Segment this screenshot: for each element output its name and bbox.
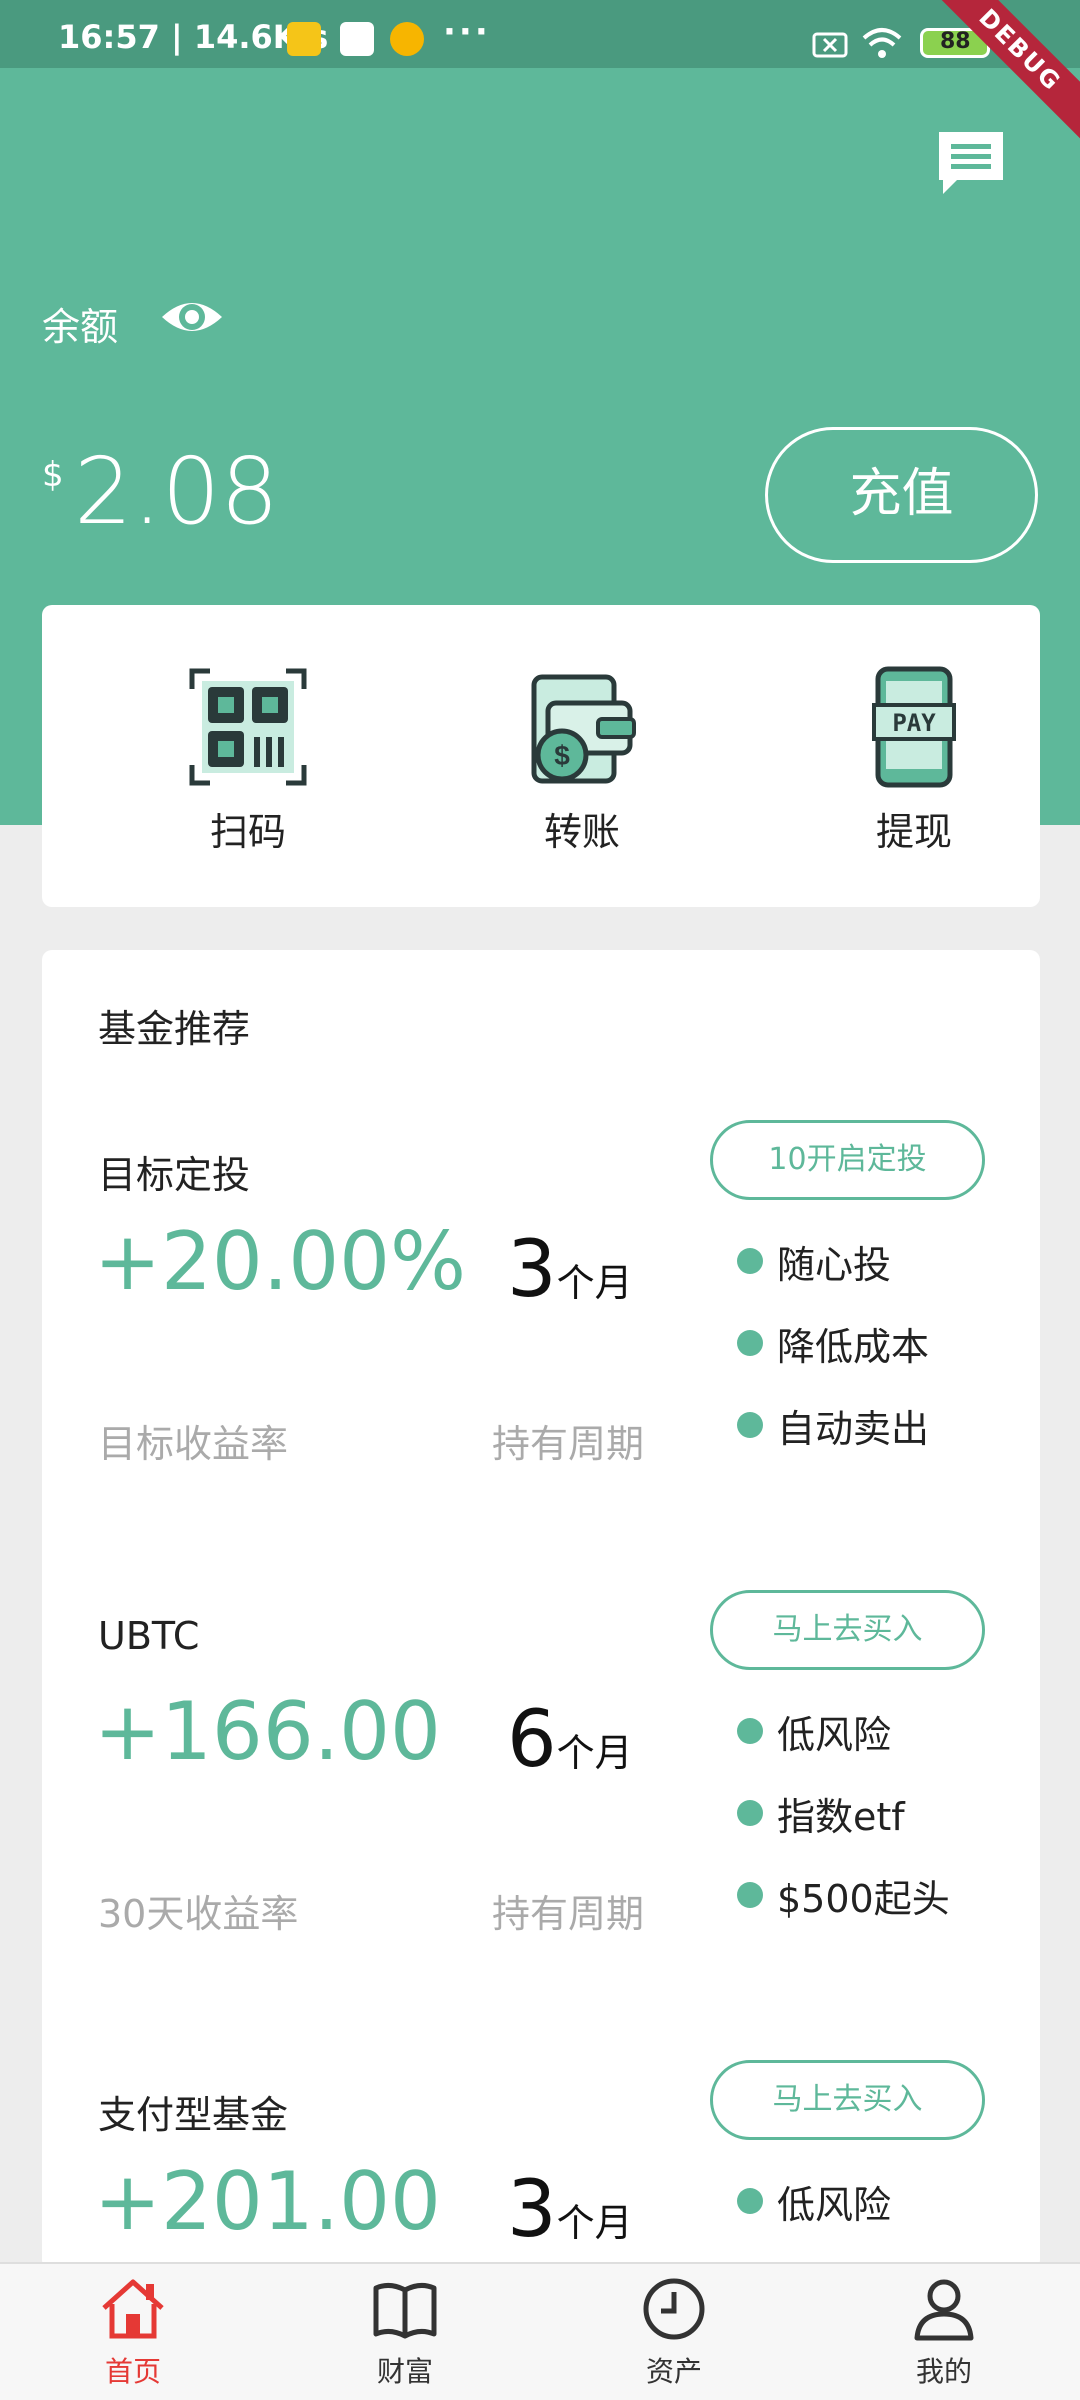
fund-name: 支付型基金 <box>98 2093 289 2137</box>
fund-rate: +20.00% <box>94 1215 467 1308</box>
fund-period-label: 持有周期 <box>492 1892 645 1936</box>
fund-rate-label: 30天收益率 <box>98 1892 299 1936</box>
quick-actions-card: 扫码 $ 转账 PAY 提现 <box>42 605 1040 907</box>
period-number: 6 <box>507 1695 557 1785</box>
fund-period: 6个月 <box>507 1695 633 1785</box>
bullet-dot-icon <box>737 2188 763 2214</box>
nav-item-wealth[interactable]: 财富 <box>325 2274 485 2390</box>
eye-icon[interactable] <box>160 289 224 345</box>
message-icon[interactable] <box>935 128 1007 200</box>
fund-rate-label: 目标收益率 <box>98 1422 289 1466</box>
bullet-dot-icon <box>737 1718 763 1744</box>
quick-action-transfer[interactable]: $ 转账 <box>482 665 682 856</box>
fund-tags: 低风险 指数etf $500起头 <box>737 1690 950 1936</box>
nav-item-home[interactable]: 首页 <box>53 2274 213 2390</box>
bullet-dot-icon <box>737 1248 763 1274</box>
fund-action-button[interactable]: 马上去买入 <box>710 1590 985 1670</box>
fund-period-label: 持有周期 <box>492 1422 645 1466</box>
fund-tags: 随心投 降低成本 自动卖出 <box>737 1220 929 1466</box>
fund-section-title: 基金推荐 <box>98 1007 251 1051</box>
fund-tag: $500起头 <box>737 1854 950 1936</box>
bullet-dot-icon <box>737 1882 763 1908</box>
fund-period: 3个月 <box>507 1225 633 1315</box>
nav-item-assets[interactable]: 资产 <box>594 2274 754 2390</box>
nav-item-mine[interactable]: 我的 <box>864 2274 1024 2390</box>
fund-item: 目标定投 10开启定投 +20.00% 3个月 目标收益率 持有周期 随心投 降… <box>42 1110 1040 1580</box>
fund-action-button[interactable]: 马上去买入 <box>710 2060 985 2140</box>
period-number: 3 <box>507 1225 557 1315</box>
fund-tag: 指数etf <box>737 1772 950 1854</box>
fund-tag-label: 随心投 <box>777 1242 892 1287</box>
fund-tag-label: 指数etf <box>777 1794 905 1839</box>
quick-action-scan[interactable]: 扫码 <box>148 665 348 856</box>
currency-symbol: $ <box>42 455 64 495</box>
bullet-dot-icon <box>737 1330 763 1356</box>
notification-app-icon <box>287 22 321 56</box>
svg-text:PAY: PAY <box>892 709 936 737</box>
book-icon <box>373 2282 437 2339</box>
clock-icon <box>643 2278 705 2340</box>
balance-amount: 2.08 <box>74 438 279 545</box>
quick-action-withdraw[interactable]: PAY 提现 <box>814 665 1014 856</box>
fund-tag-label: $500起头 <box>777 1876 950 1921</box>
period-number: 3 <box>507 2165 557 2255</box>
fund-name: 目标定投 <box>98 1153 251 1197</box>
nav-label: 资产 <box>645 2355 702 2388</box>
fund-action-button[interactable]: 10开启定投 <box>710 1120 985 1200</box>
bullet-dot-icon <box>737 1412 763 1438</box>
battery-level: 88 <box>940 29 971 54</box>
fund-item: UBTC 马上去买入 +166.00 6个月 30天收益率 持有周期 低风险 指… <box>42 1580 1040 2050</box>
period-unit: 个月 <box>556 2201 633 2245</box>
fund-tag-label: 降低成本 <box>777 1324 930 1369</box>
recharge-button[interactable]: 充值 <box>765 427 1038 563</box>
upload-icon <box>340 22 374 56</box>
fund-item: 支付型基金 马上去买入 +201.00 3个月 低风险 <box>42 2050 1040 2270</box>
qr-scan-icon <box>189 668 307 786</box>
fund-rate: +201.00 <box>94 2155 441 2248</box>
fund-tag: 低风险 <box>737 2160 891 2242</box>
home-icon <box>102 2279 164 2339</box>
fund-recommend-card: 基金推荐 目标定投 10开启定投 +20.00% 3个月 目标收益率 持有周期 … <box>42 950 1040 2270</box>
more-notifications-icon: ··· <box>443 12 491 52</box>
period-unit: 个月 <box>556 1731 633 1775</box>
user-icon <box>914 2279 974 2341</box>
wifi-icon <box>862 28 902 58</box>
fund-tag-label: 低风险 <box>777 2182 892 2227</box>
nav-label: 财富 <box>376 2355 433 2388</box>
bullet-dot-icon <box>737 1800 763 1826</box>
quick-action-label: 扫码 <box>209 810 286 854</box>
status-bar: 16:57 | 14.6K/s ··· 88 <box>0 0 1080 68</box>
fund-tags: 低风险 <box>737 2160 891 2242</box>
balance-label: 余额 <box>42 305 119 349</box>
quick-action-label: 提现 <box>875 810 952 854</box>
nav-label: 首页 <box>104 2355 161 2388</box>
fund-rate: +166.00 <box>94 1685 441 1778</box>
wallet-transfer-icon: $ <box>531 674 636 784</box>
fund-tag-label: 自动卖出 <box>777 1406 930 1451</box>
fund-name: UBTC <box>98 1614 200 1658</box>
sim-off-icon <box>812 32 848 58</box>
fund-tag: 自动卖出 <box>737 1384 929 1466</box>
weibo-icon <box>390 22 424 56</box>
pay-phone-icon: PAY <box>872 666 956 788</box>
fund-tag-label: 低风险 <box>777 1712 892 1757</box>
quick-action-label: 转账 <box>543 810 620 854</box>
period-unit: 个月 <box>556 1261 633 1305</box>
nav-label: 我的 <box>915 2355 972 2388</box>
fund-tag: 低风险 <box>737 1690 950 1772</box>
fund-period: 3个月 <box>507 2165 633 2255</box>
fund-tag: 降低成本 <box>737 1302 929 1384</box>
svg-text:$: $ <box>554 740 570 771</box>
bottom-nav: 首页 财富 资产 我的 <box>0 2262 1080 2400</box>
fund-tag: 随心投 <box>737 1220 929 1302</box>
